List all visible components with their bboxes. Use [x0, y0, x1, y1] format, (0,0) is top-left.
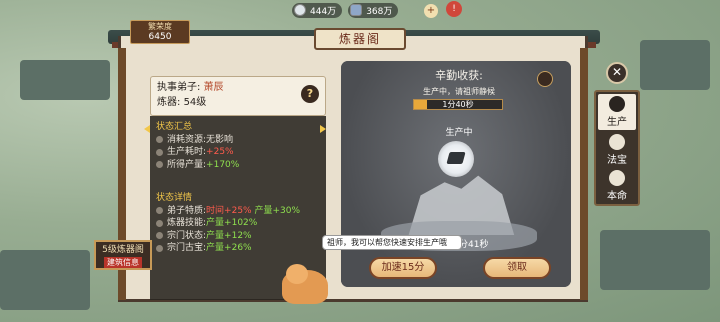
- summary-value: +170%: [206, 159, 240, 170]
- building-level: 5级炼器阁: [102, 245, 144, 255]
- side-tabs: 生产 法宝 本命: [594, 90, 640, 206]
- detail-row: 弟子特质: 时间+25% 产量+30%: [156, 205, 320, 218]
- tab-label: 本命: [607, 191, 627, 202]
- detail-key: 炼器技能:: [167, 218, 207, 228]
- building-title: 炼器阁: [314, 28, 406, 50]
- tab-treasure[interactable]: 法宝: [598, 132, 636, 168]
- treasure-icon: [609, 134, 625, 150]
- summary-row: 消耗资源: 无影响: [156, 134, 320, 147]
- status-summary-title: 状态汇总: [156, 122, 193, 132]
- prosperity-value: 6450: [148, 32, 172, 42]
- detail-key: 宗门状态:: [167, 230, 207, 241]
- detail-value: 时间+25%: [206, 205, 252, 216]
- production-scene: 辛勤收获: 生产中，请祖师静候 1分40秒 生产中 分41秒 加速15分 领取: [338, 58, 574, 290]
- tab-label: 法宝: [607, 155, 627, 166]
- pillar: [580, 48, 588, 300]
- gem-currency[interactable]: 368万: [348, 2, 399, 18]
- gem-value: 368万: [366, 6, 393, 17]
- bullet-icon: [156, 207, 163, 215]
- detail-value: 产量+12%: [206, 230, 252, 241]
- background-building: [640, 40, 710, 90]
- bullet-icon: [156, 161, 163, 169]
- disciple-name: 萧辰: [203, 82, 224, 93]
- tab-production[interactable]: 生产: [598, 94, 636, 130]
- currency-bar: 444万 368万: [292, 2, 399, 18]
- summary-row: 所得产量: +170%: [156, 159, 320, 172]
- production-status-text: 生产中，请祖师静候: [423, 87, 495, 96]
- production-progress-bar: 1分40秒: [413, 99, 503, 110]
- prosperity-badge: 繁荣度 6450: [130, 20, 190, 44]
- bullet-icon: [156, 219, 163, 227]
- tab-natal[interactable]: 本命: [598, 168, 636, 204]
- detail-value: 产量+26%: [206, 243, 252, 253]
- disciple-label: 执事弟子:: [157, 82, 201, 93]
- detail-key: 弟子特质:: [167, 205, 207, 216]
- bullet-icon: [156, 244, 163, 252]
- level-label: 炼器:: [157, 97, 181, 108]
- assistant-speech-bubble[interactable]: 祖师，我可以帮您快速安排生产哦: [322, 235, 462, 250]
- notice-icon[interactable]: !: [446, 1, 462, 17]
- gem-icon: [350, 4, 363, 16]
- summary-row: 生产耗时: +25%: [156, 146, 320, 159]
- status-detail-title: 状态详情: [156, 193, 193, 203]
- summary-key: 生产耗时:: [167, 147, 207, 157]
- tab-label: 生产: [607, 117, 627, 128]
- shiba-mascot[interactable]: [282, 264, 328, 304]
- left-panel: 执事弟子: 萧辰 炼器: 54级 ? 状态汇总 消耗资源: 无影响 生产耗时: +2…: [130, 52, 330, 300]
- collapse-left-icon[interactable]: [144, 125, 150, 133]
- summary-key: 消耗资源:: [167, 134, 207, 145]
- level-value: 54级: [183, 97, 207, 108]
- close-icon[interactable]: ✕: [606, 62, 628, 84]
- background-building: [600, 230, 710, 290]
- summary-key: 所得产量:: [167, 159, 207, 170]
- building-sign[interactable]: 5级炼器阁 建筑信息: [94, 240, 152, 270]
- iron-ore-icon[interactable]: [438, 141, 474, 177]
- detail-row: 炼器技能: 产量+102%: [156, 217, 320, 230]
- collect-button[interactable]: 领取: [483, 257, 551, 279]
- producing-label: 生产中: [445, 128, 473, 138]
- bullet-icon: [156, 148, 163, 156]
- add-currency-button[interactable]: +: [424, 4, 438, 18]
- collapse-right-icon[interactable]: [320, 125, 326, 133]
- prosperity-label: 繁荣度: [148, 22, 172, 31]
- detail-row: 宗门状态: 产量+12%: [156, 230, 320, 243]
- detail-value-2: 产量+30%: [254, 205, 301, 216]
- detail-value: 产量+102%: [206, 218, 258, 228]
- harvest-title: 辛勤收获:: [435, 69, 483, 82]
- cauldron-icon: [609, 96, 625, 112]
- bullet-icon: [156, 232, 163, 240]
- building-info-button[interactable]: 建筑信息: [104, 257, 142, 268]
- detail-key: 宗门古宝:: [167, 243, 207, 253]
- silver-currency[interactable]: 444万: [292, 2, 343, 18]
- background-building: [0, 250, 90, 310]
- silver-icon: [294, 4, 306, 16]
- help-button[interactable]: ?: [301, 85, 319, 103]
- speedup-button[interactable]: 加速15分: [369, 257, 437, 279]
- silver-value: 444万: [310, 6, 337, 17]
- summary-value: +25%: [206, 147, 234, 157]
- background-building: [20, 60, 110, 100]
- detail-row: 宗门古宝: 产量+26%: [156, 242, 320, 255]
- progress-text: 1分40秒: [442, 100, 474, 109]
- disciple-card[interactable]: 执事弟子: 萧辰 炼器: 54级 ?: [150, 76, 326, 116]
- swirl-icon: [609, 170, 625, 186]
- summary-value: 无影响: [206, 134, 234, 145]
- bullet-icon: [156, 136, 163, 144]
- time-left: 分41秒: [459, 240, 489, 250]
